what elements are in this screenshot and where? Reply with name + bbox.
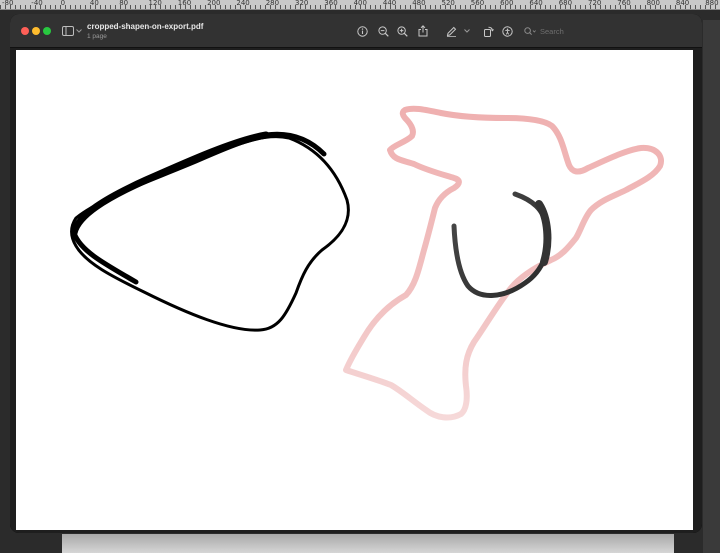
- page-drawing-canvas: [70, 105, 664, 421]
- black-closed-blob-stroke: [70, 135, 350, 332]
- ruler-label: -40: [31, 0, 43, 7]
- markup-button[interactable]: [444, 24, 458, 38]
- ruler-label: 240: [236, 0, 250, 7]
- titlebar: cropped-shapen-on-export.pdf 1 page: [10, 14, 702, 48]
- horizontal-ruler: -80 -40 0 40 80 120 160 200 240 280 320 360 400 440 48…: [0, 0, 720, 10]
- black-blob-thick-segment-bottom: [71, 230, 139, 285]
- markup-pen-icon: [446, 26, 456, 37]
- ruler-label: 320: [295, 0, 309, 7]
- black-blob-thick-segment-left: [70, 131, 270, 237]
- share-button[interactable]: [416, 24, 430, 38]
- zoom-window-button[interactable]: [43, 27, 51, 35]
- pink-freeform-outline-stroke: [343, 105, 664, 421]
- minimize-window-button[interactable]: [32, 27, 40, 35]
- ruler-label: 880: [705, 0, 719, 7]
- ruler-label: 680: [558, 0, 573, 7]
- background-window-strip: [62, 534, 674, 553]
- background-panel-edge: [703, 20, 720, 553]
- search-input[interactable]: [540, 26, 660, 36]
- ruler-label: 640: [529, 0, 543, 7]
- ruler-label: 520: [441, 0, 455, 7]
- ruler-label: 0: [60, 0, 66, 7]
- dark-gray-u-curve-stroke: [451, 191, 551, 298]
- ruler-label: 800: [646, 0, 660, 7]
- chevron-down-icon: [464, 29, 470, 33]
- ruler-label: 360: [324, 0, 338, 7]
- document-title-block: cropped-shapen-on-export.pdf 1 page: [87, 22, 203, 41]
- close-window-button[interactable]: [21, 27, 29, 35]
- chevron-down-icon: [76, 29, 82, 33]
- rotate-icon: [483, 26, 494, 37]
- sidebar-toggle-button[interactable]: [62, 24, 84, 38]
- ruler-label: -80: [2, 0, 14, 7]
- document-view[interactable]: [10, 48, 702, 533]
- ruler-label: 160: [177, 0, 192, 7]
- sidebar-icon: [62, 26, 74, 36]
- zoom-in-icon: [396, 25, 408, 37]
- ruler-label: 600: [500, 0, 514, 7]
- page-count: 1 page: [87, 33, 107, 40]
- rotate-button[interactable]: [481, 24, 495, 38]
- ruler-label: 480: [412, 0, 426, 7]
- ruler-label: 440: [382, 0, 397, 7]
- markup-options-button[interactable]: [462, 24, 472, 38]
- pdf-page: [16, 50, 693, 530]
- ruler-label: 280: [265, 0, 280, 7]
- zoom-in-button[interactable]: [395, 24, 409, 38]
- ruler-label: 840: [675, 0, 690, 7]
- ruler-label: 400: [353, 0, 367, 7]
- ruler-label: 40: [89, 0, 99, 7]
- ruler-label: 80: [119, 0, 129, 7]
- ruler-label: 720: [588, 0, 602, 7]
- zoom-out-icon: [377, 25, 389, 37]
- search-icon: [524, 26, 536, 35]
- share-icon: [418, 25, 428, 37]
- ruler-label: 120: [148, 0, 162, 7]
- document-title: cropped-shapen-on-export.pdf: [87, 22, 204, 31]
- accessibility-button[interactable]: [500, 24, 514, 38]
- info-icon: [356, 25, 368, 37]
- ruler-label: 200: [207, 0, 221, 7]
- search-field[interactable]: [524, 24, 684, 38]
- preview-window: cropped-shapen-on-export.pdf 1 page: [10, 14, 702, 533]
- ruler-label: 560: [470, 0, 485, 7]
- zoom-out-button[interactable]: [376, 24, 390, 38]
- dark-gray-u-curve-thick-segment: [535, 200, 552, 266]
- info-button[interactable]: [355, 24, 369, 38]
- accessibility-icon: [501, 25, 513, 37]
- ruler-label: 760: [617, 0, 631, 7]
